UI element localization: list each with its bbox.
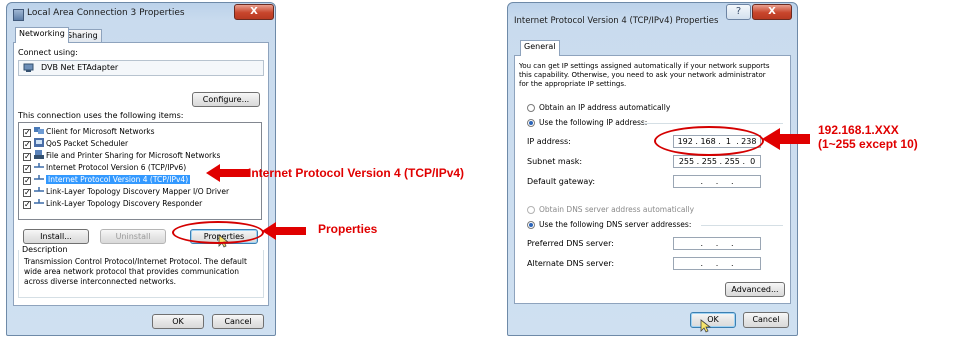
- use-following-dns-radio[interactable]: [527, 221, 535, 229]
- intro-line-1: You can get IP settings assigned automat…: [519, 62, 770, 70]
- help-button[interactable]: ?: [726, 4, 751, 20]
- item-label: Link-Layer Topology Discovery Mapper I/O…: [46, 187, 230, 196]
- checkbox-icon[interactable]: ✓: [23, 177, 31, 185]
- right-title-bar: Internet Protocol Version 4 (TCP/IPv4) P…: [508, 3, 797, 26]
- obtain-ip-auto-label: Obtain an IP address automatically: [539, 103, 671, 112]
- tab-networking[interactable]: Networking: [15, 27, 69, 43]
- annotation-properties: Properties: [318, 222, 378, 236]
- mouse-pointer-icon: [700, 319, 711, 333]
- configure-button[interactable]: Configure...: [192, 92, 260, 107]
- network-adapter-icon: [13, 9, 24, 21]
- items-label: This connection uses the following items…: [18, 111, 184, 120]
- ip-address-label: IP address:: [527, 137, 571, 146]
- install-button[interactable]: Install...: [23, 229, 89, 244]
- alternate-dns-label: Alternate DNS server:: [527, 259, 615, 268]
- adapter-field: DVB Net ETAdapter: [18, 60, 264, 76]
- annotation-ip-line-1: 192.168.1.XXX: [818, 123, 899, 137]
- connect-using-label: Connect using:: [18, 48, 78, 57]
- uninstall-button[interactable]: Uninstall: [100, 229, 166, 244]
- checkbox-icon[interactable]: ✓: [23, 141, 31, 149]
- default-gateway-label: Default gateway:: [527, 177, 596, 186]
- intro-line-2: this capability. Otherwise, you need to …: [519, 71, 766, 79]
- list-item-ipv6[interactable]: ✓ Internet Protocol Version 6 (TCP/IPv6): [23, 162, 186, 173]
- adapter-name: DVB Net ETAdapter: [41, 63, 119, 72]
- checkbox-icon[interactable]: ✓: [23, 129, 31, 137]
- right-cancel-button[interactable]: Cancel: [743, 312, 789, 328]
- use-following-ip-radio[interactable]: [527, 119, 535, 127]
- annotation-ipv4: Internet Protocol Version 4 (TCP/IPv4): [248, 166, 465, 180]
- list-item-ipv4[interactable]: ✓ Internet Protocol Version 4 (TCP/IPv4): [23, 174, 191, 185]
- list-item-file-printer[interactable]: ✓ File and Printer Sharing for Microsoft …: [23, 150, 220, 161]
- description-line-1: Transmission Control Protocol/Internet P…: [24, 257, 247, 266]
- properties-highlight-ellipse: [172, 221, 264, 244]
- list-item-qos[interactable]: ✓ QoS Packet Scheduler: [23, 138, 128, 149]
- ip-address-highlight-ellipse: [654, 126, 764, 156]
- left-cancel-button[interactable]: Cancel: [212, 314, 264, 329]
- use-following-ip-label: Use the following IP address:: [539, 118, 648, 127]
- ipv4-properties-dialog: Internet Protocol Version 4 (TCP/IPv4) P…: [507, 2, 798, 336]
- right-dialog-title: Internet Protocol Version 4 (TCP/IPv4) P…: [514, 16, 719, 26]
- ipv4-arrow-icon: [206, 164, 250, 182]
- use-following-dns-label: Use the following DNS server addresses:: [539, 220, 692, 229]
- ip-group-divider: [643, 123, 783, 124]
- description-line-3: across diverse interconnected networks.: [24, 277, 177, 286]
- item-label: Client for Microsoft Networks: [46, 127, 155, 136]
- general-panel: You can get IP settings assigned automat…: [514, 55, 791, 304]
- item-label: Internet Protocol Version 4 (TCP/IPv4): [46, 175, 191, 184]
- left-title-bar: Local Area Connection 3 Properties X: [7, 3, 275, 25]
- protocol-icon: [34, 175, 44, 180]
- right-ok-button[interactable]: OK: [690, 312, 736, 328]
- protocol-icon: [34, 163, 44, 168]
- obtain-ip-auto-radio[interactable]: [527, 104, 535, 112]
- checkbox-icon[interactable]: ✓: [23, 201, 31, 209]
- right-close-button[interactable]: X: [752, 4, 792, 20]
- protocol-icon: [34, 187, 44, 192]
- dns-group-divider: [701, 225, 783, 226]
- list-item-lltd-mapper[interactable]: ✓ Link-Layer Topology Discovery Mapper I/…: [23, 186, 229, 197]
- checkbox-icon[interactable]: ✓: [23, 189, 31, 197]
- default-gateway-input[interactable]: . . .: [673, 175, 761, 188]
- advanced-button[interactable]: Advanced...: [725, 282, 785, 297]
- item-label: Internet Protocol Version 6 (TCP/IPv6): [46, 163, 187, 172]
- item-label: QoS Packet Scheduler: [46, 139, 129, 148]
- protocol-icon: [34, 199, 44, 204]
- left-dialog-title: Local Area Connection 3 Properties: [27, 8, 185, 18]
- description-line-2: wide area network protocol that provides…: [24, 267, 239, 276]
- ip-arrow-icon: [762, 128, 810, 150]
- tab-general[interactable]: General: [520, 40, 560, 56]
- client-network-icon: [34, 127, 44, 134]
- item-label: File and Printer Sharing for Microsoft N…: [46, 151, 221, 160]
- intro-line-3: for the appropriate IP settings.: [519, 80, 627, 88]
- annotation-ip-line-2: (1~255 except 10): [818, 137, 918, 151]
- obtain-dns-auto-radio[interactable]: [527, 206, 535, 214]
- checkbox-icon[interactable]: ✓: [23, 153, 31, 161]
- subnet-mask-input[interactable]: 255 . 255 . 255 . 0: [673, 155, 761, 168]
- list-item-client[interactable]: ✓ Client for Microsoft Networks: [23, 126, 155, 137]
- item-label: Link-Layer Topology Discovery Responder: [46, 199, 203, 208]
- preferred-dns-label: Preferred DNS server:: [527, 239, 614, 248]
- checkbox-icon[interactable]: ✓: [23, 165, 31, 173]
- network-card-icon: [23, 63, 34, 72]
- properties-arrow-icon: [262, 222, 306, 240]
- tab-sharing[interactable]: Sharing: [63, 29, 102, 43]
- left-ok-button[interactable]: OK: [152, 314, 204, 329]
- list-item-lltd-responder[interactable]: ✓ Link-Layer Topology Discovery Responder: [23, 198, 202, 209]
- qos-scheduler-icon: [34, 138, 44, 147]
- obtain-dns-auto-label: Obtain DNS server address automatically: [539, 205, 695, 214]
- alternate-dns-input[interactable]: . . .: [673, 257, 761, 270]
- file-printer-icon: [34, 150, 44, 159]
- preferred-dns-input[interactable]: . . .: [673, 237, 761, 250]
- left-close-button[interactable]: X: [234, 4, 274, 20]
- subnet-mask-label: Subnet mask:: [527, 157, 583, 166]
